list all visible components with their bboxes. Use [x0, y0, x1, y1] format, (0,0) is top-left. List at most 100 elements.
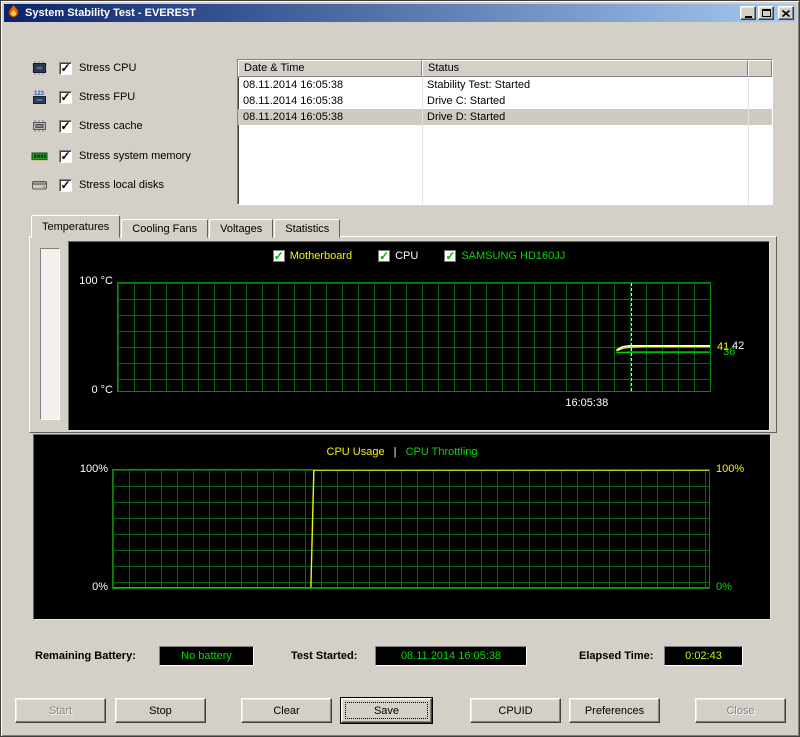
- test-started-value: 08.11.2014 16:05:38: [375, 646, 527, 666]
- event-log-table: Date & Time Status 08.11.2014 16:05:38 S…: [237, 59, 773, 205]
- maximize-button[interactable]: [758, 6, 774, 20]
- memory-module-icon: [31, 148, 48, 164]
- time-marker-label: 16:05:38: [565, 397, 609, 409]
- right-axis-min-label: 0%: [716, 581, 732, 593]
- left-axis-min-label: 0%: [92, 581, 108, 593]
- chart-legend: ✓ Motherboard ✓ CPU ✓ SAMSUNG HD160JJ: [69, 250, 769, 262]
- cpu-usage-chart-title: CPU Usage | CPU Throttling: [34, 446, 770, 458]
- vertical-scrollbar[interactable]: [40, 248, 60, 420]
- elapsed-time-label: Elapsed Time:: [579, 650, 654, 662]
- right-axis-max-label: 100%: [716, 463, 745, 475]
- cache-chip-icon: [31, 118, 48, 134]
- start-button[interactable]: Start: [15, 698, 106, 723]
- close-icon: [782, 9, 790, 17]
- column-header-datetime[interactable]: Date & Time: [238, 60, 422, 77]
- tab-statistics[interactable]: Statistics: [274, 219, 341, 238]
- check-icon: ✓: [60, 149, 71, 163]
- hard-disk-icon: [31, 177, 48, 193]
- log-row-1[interactable]: 08.11.2014 16:05:38 Stability Test: Star…: [238, 77, 772, 93]
- window: System Stability Test - EVEREST ✓ Stress…: [0, 0, 800, 737]
- legend-label: Motherboard: [289, 250, 353, 262]
- title-separator: |: [393, 446, 397, 458]
- tab-label: Voltages: [220, 223, 263, 235]
- minimize-icon: [744, 15, 752, 18]
- value-hdd: 36: [723, 346, 736, 359]
- titlebar[interactable]: System Stability Test - EVEREST: [4, 4, 796, 22]
- clear-button[interactable]: Clear: [241, 698, 332, 723]
- cpu-usage-chart: CPU Usage | CPU Throttling 100% 0% 100% …: [33, 434, 771, 620]
- close-window-button[interactable]: Close: [695, 698, 786, 723]
- tab-label: Cooling Fans: [132, 223, 198, 235]
- legend-label: CPU: [395, 250, 419, 262]
- tab-label: Temperatures: [42, 221, 110, 233]
- log-row-3[interactable]: 08.11.2014 16:05:38 Drive D: Started: [238, 109, 772, 125]
- client-area: ✓ Stress CPU 123 ✓ Stress FPU ✓ Stress c…: [5, 23, 795, 732]
- legend-motherboard-checkbox[interactable]: ✓: [272, 249, 285, 263]
- tab-label: Statistics: [285, 223, 330, 235]
- log-status: Stability Test: Started: [427, 79, 531, 91]
- tabstrip: Temperatures Cooling Fans Voltages Stati…: [31, 215, 341, 238]
- series-value-labels: 41 42 36: [715, 282, 769, 392]
- log-status: Drive C: Started: [427, 95, 506, 107]
- remaining-battery-label: Remaining Battery:: [35, 650, 136, 662]
- legend-cpu-checkbox[interactable]: ✓: [378, 249, 391, 263]
- column-separator: [748, 77, 749, 204]
- column-header-status[interactable]: Status: [422, 60, 748, 77]
- elapsed-time-value: 0:02:43: [664, 646, 743, 666]
- log-status: Drive D: Started: [427, 111, 506, 123]
- stress-cache-checkbox[interactable]: ✓: [59, 119, 72, 133]
- minimize-button[interactable]: [740, 6, 756, 20]
- test-started-label: Test Started:: [291, 650, 358, 662]
- check-icon: ✓: [60, 119, 71, 133]
- tab-cooling-fans[interactable]: Cooling Fans: [121, 219, 209, 238]
- stop-button[interactable]: Stop: [115, 698, 206, 723]
- stress-option-disks: ✓ Stress local disks: [31, 177, 164, 193]
- tab-voltages[interactable]: Voltages: [209, 219, 274, 238]
- stress-fpu-label: Stress FPU: [79, 91, 136, 103]
- legend-samsung-hdd: ✓ SAMSUNG HD160JJ: [444, 250, 565, 262]
- stress-memory-checkbox[interactable]: ✓: [59, 149, 72, 163]
- cpu-chip-icon: [31, 60, 48, 76]
- cpuid-button[interactable]: CPUID: [470, 698, 561, 723]
- legend-label: SAMSUNG HD160JJ: [461, 250, 566, 262]
- preferences-button[interactable]: Preferences: [569, 698, 660, 723]
- left-axis-max-label: 100%: [79, 463, 108, 475]
- title-cpu-usage: CPU Usage: [326, 446, 385, 458]
- legend-hdd-checkbox[interactable]: ✓: [444, 249, 457, 263]
- tab-temperatures[interactable]: Temperatures: [31, 215, 121, 238]
- legend-motherboard: ✓ Motherboard: [272, 249, 353, 263]
- app-flame-icon: [6, 4, 21, 22]
- save-button[interactable]: Save: [341, 698, 432, 723]
- remaining-battery-value: No battery: [159, 646, 254, 666]
- temperatures-tab-page: ✓ Motherboard ✓ CPU ✓ SAMSUNG HD160JJ 10…: [29, 236, 777, 433]
- title-cpu-throttling: CPU Throttling: [405, 446, 478, 458]
- log-datetime: 08.11.2014 16:05:38: [243, 79, 344, 91]
- check-icon: ✓: [379, 249, 390, 263]
- stress-cache-label: Stress cache: [79, 120, 143, 132]
- window-controls: [740, 6, 794, 20]
- log-datetime: 08.11.2014 16:05:38: [243, 95, 344, 107]
- check-icon: ✓: [60, 178, 71, 192]
- legend-cpu: ✓ CPU: [378, 250, 418, 262]
- temperature-chart: ✓ Motherboard ✓ CPU ✓ SAMSUNG HD160JJ 10…: [68, 241, 770, 431]
- stress-option-memory: ✓ Stress system memory: [31, 148, 191, 164]
- check-icon: ✓: [445, 249, 456, 263]
- cpu-usage-series-lines: [113, 470, 709, 588]
- log-header: Date & Time Status: [238, 60, 772, 77]
- stress-option-cpu: ✓ Stress CPU: [31, 60, 136, 76]
- close-button[interactable]: [778, 6, 794, 20]
- log-row-2[interactable]: 08.11.2014 16:05:38 Drive C: Started: [238, 93, 772, 109]
- stress-cpu-checkbox[interactable]: ✓: [59, 61, 72, 75]
- check-icon: ✓: [273, 249, 284, 263]
- fpu-chip-icon: 123: [31, 89, 48, 105]
- stress-cpu-label: Stress CPU: [79, 62, 137, 74]
- maximize-icon: [761, 9, 771, 17]
- y-axis-max-label: 100 °C: [79, 275, 113, 287]
- stress-disks-checkbox[interactable]: ✓: [59, 178, 72, 192]
- column-separator: [422, 77, 423, 204]
- log-body: 08.11.2014 16:05:38 Stability Test: Star…: [238, 77, 772, 204]
- stress-disks-label: Stress local disks: [79, 179, 164, 191]
- stress-fpu-checkbox[interactable]: ✓: [59, 90, 72, 104]
- y-axis-min-label: 0 °C: [91, 384, 113, 396]
- temperature-plot: [117, 282, 711, 392]
